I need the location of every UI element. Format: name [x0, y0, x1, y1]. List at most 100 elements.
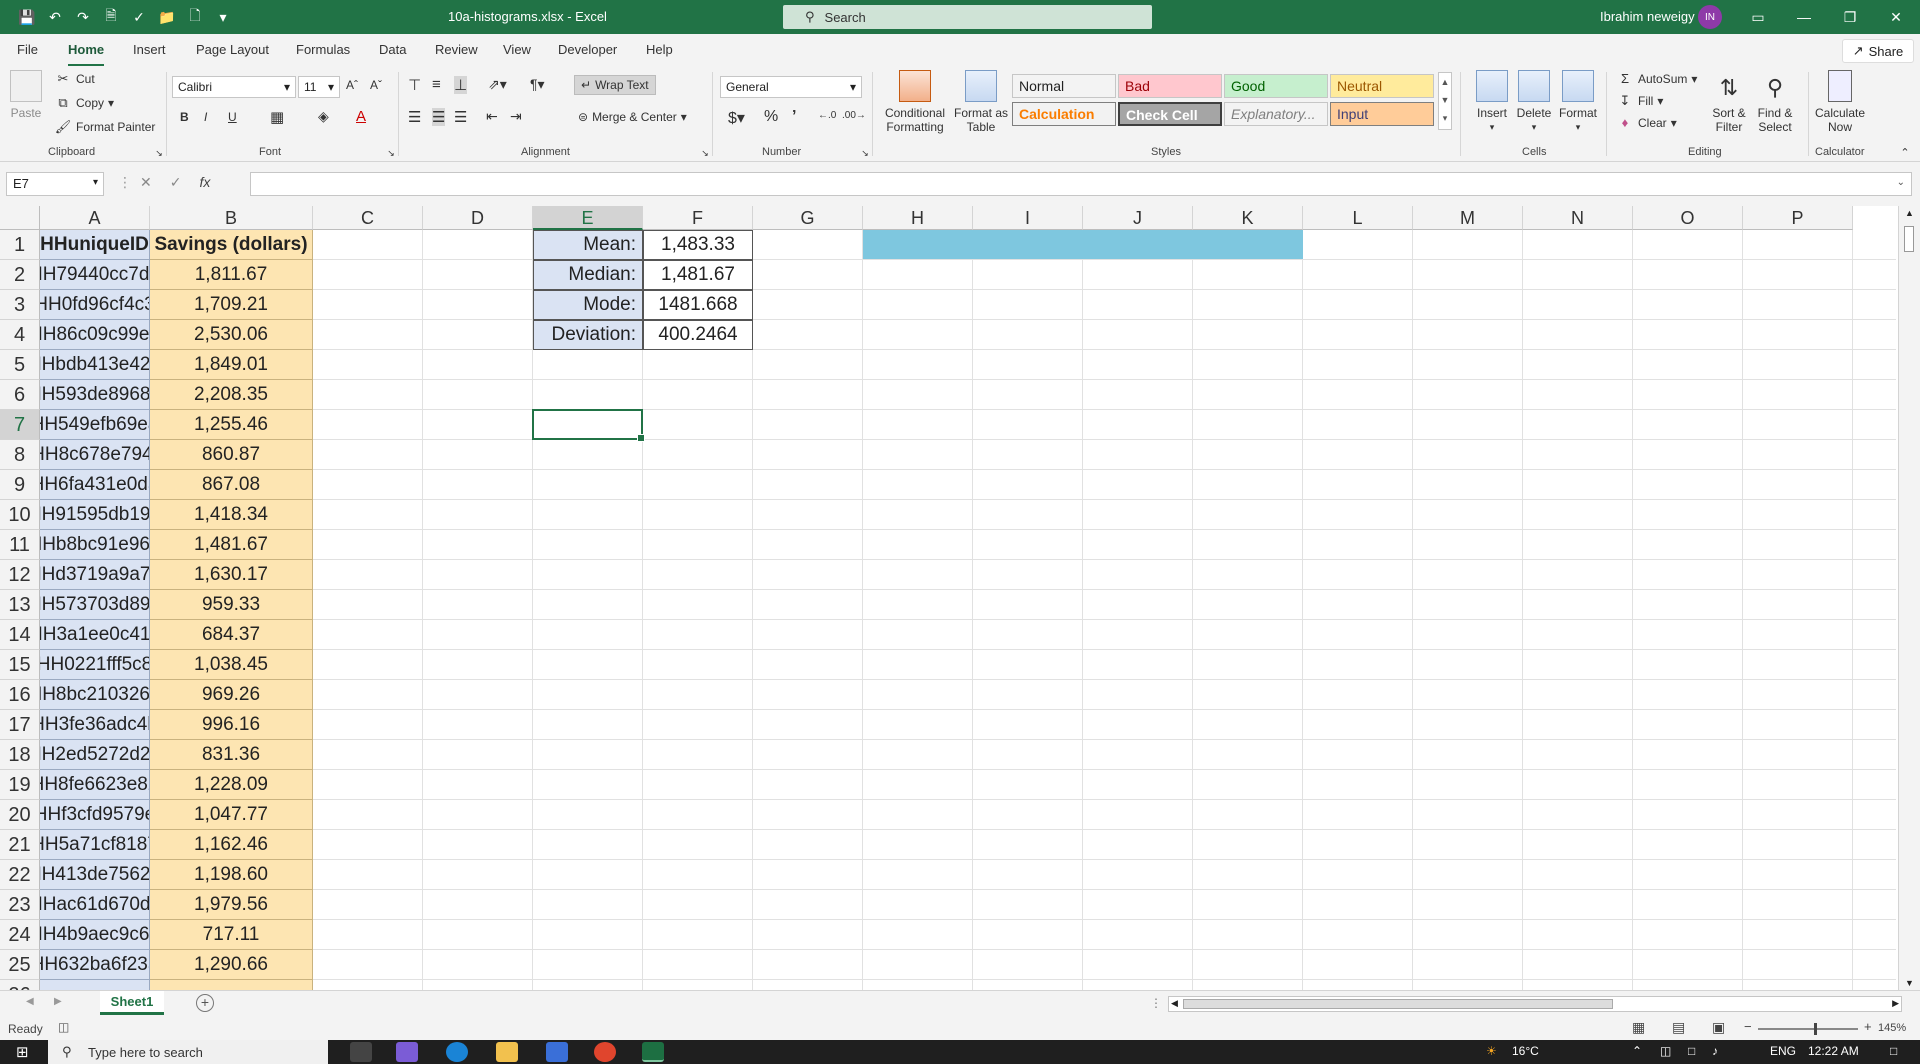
- table-row[interactable]: [40, 980, 150, 990]
- savings-cell[interactable]: 1,228.09: [150, 770, 313, 800]
- row-header[interactable]: 23: [0, 890, 40, 920]
- fill-button[interactable]: ↧ Fill ▾: [1616, 92, 1664, 110]
- save-icon[interactable]: 💾: [16, 7, 38, 27]
- scroll-thumb[interactable]: [1904, 226, 1914, 252]
- savings-cell[interactable]: 717.11: [150, 920, 313, 950]
- currency-icon[interactable]: $▾: [728, 108, 745, 128]
- row-header[interactable]: 12: [0, 560, 40, 590]
- savings-cell[interactable]: 969.26: [150, 680, 313, 710]
- stat-value-cell[interactable]: 1,483.33: [643, 230, 753, 260]
- column-header-k[interactable]: K: [1193, 206, 1303, 230]
- style-input[interactable]: Input: [1330, 102, 1434, 126]
- column-header-l[interactable]: L: [1303, 206, 1413, 230]
- restore-icon[interactable]: ❐: [1834, 5, 1866, 29]
- autosum-button[interactable]: Σ AutoSum ▾: [1616, 70, 1697, 88]
- align-center-icon[interactable]: ☰: [432, 108, 446, 126]
- cut-button[interactable]: ✂ Cut: [54, 70, 95, 88]
- sort-filter-button[interactable]: ⇅ Sort & Filter: [1708, 70, 1750, 134]
- row-header[interactable]: 4: [0, 320, 40, 350]
- savings-cell[interactable]: 996.16: [150, 710, 313, 740]
- clear-button[interactable]: ♦ Clear ▾: [1616, 114, 1677, 132]
- header-cell-a[interactable]: HHuniqueID: [40, 230, 150, 260]
- row-header[interactable]: 21: [0, 830, 40, 860]
- vertical-scrollbar[interactable]: ▲ ▼: [1898, 206, 1920, 990]
- row-header[interactable]: 1: [0, 230, 40, 260]
- household-id-cell[interactable]: HH86c09c99e5: [40, 320, 150, 350]
- scroll-up-icon[interactable]: ▲: [1905, 208, 1914, 218]
- print-preview-icon[interactable]: 🗎: [100, 7, 122, 27]
- font-size-select[interactable]: 11 ▾: [298, 76, 340, 98]
- format-cells-button[interactable]: Format ▾: [1558, 70, 1598, 134]
- household-id-cell[interactable]: HH413de75629: [40, 860, 150, 890]
- savings-cell[interactable]: 1,198.60: [150, 860, 313, 890]
- paragraph-direction-icon[interactable]: ¶▾: [530, 76, 545, 93]
- tab-formulas[interactable]: Formulas: [296, 42, 350, 57]
- delete-cells-button[interactable]: Delete ▾: [1516, 70, 1552, 134]
- worksheet-grid[interactable]: A B C D E F G H I J K L M N O P 1 2 3 4 5 6 7 8 9 10 11 12 13 14 15 16 1…: [0, 206, 1896, 990]
- copy-button[interactable]: ⧉ Copy ▾: [54, 94, 114, 112]
- insert-cells-button[interactable]: Insert ▾: [1474, 70, 1510, 134]
- stat-value-cell[interactable]: 1,481.67: [643, 260, 753, 290]
- scroll-right-icon[interactable]: ▶: [1892, 998, 1899, 1009]
- column-header-f[interactable]: F: [643, 206, 753, 230]
- savings-cell[interactable]: 959.33: [150, 590, 313, 620]
- household-id-cell[interactable]: HH0fd96cf4c3: [40, 290, 150, 320]
- underline-icon[interactable]: U: [228, 110, 237, 124]
- merge-center-button[interactable]: ⊜ Merge & Center ▾: [578, 110, 687, 124]
- row-header[interactable]: 20: [0, 800, 40, 830]
- row-header[interactable]: 9: [0, 470, 40, 500]
- number-format-select[interactable]: General ▾: [720, 76, 862, 98]
- redo-icon[interactable]: ↷: [72, 7, 94, 27]
- household-id-cell[interactable]: HH6fa431e0d5: [40, 470, 150, 500]
- fill-color-icon[interactable]: ◈: [318, 108, 329, 125]
- row-header[interactable]: 6: [0, 380, 40, 410]
- savings-cell[interactable]: 2,530.06: [150, 320, 313, 350]
- macro-record-icon[interactable]: ◫: [58, 1020, 69, 1034]
- network-icon[interactable]: ◫: [1660, 1044, 1671, 1058]
- tab-home[interactable]: Home: [68, 42, 105, 67]
- orientation-icon[interactable]: ⇗▾: [488, 76, 507, 93]
- increase-indent-icon[interactable]: ⇥: [510, 108, 522, 125]
- savings-cell[interactable]: 867.08: [150, 470, 313, 500]
- font-color-icon[interactable]: A: [356, 108, 366, 125]
- column-header-d[interactable]: D: [423, 206, 533, 230]
- household-id-cell[interactable]: HH8bc2103266: [40, 680, 150, 710]
- battery-icon[interactable]: □: [1688, 1044, 1695, 1058]
- stat-label-cell[interactable]: Deviation:: [533, 320, 643, 350]
- tab-data[interactable]: Data: [379, 42, 406, 57]
- household-id-cell[interactable]: HH2ed5272d25: [40, 740, 150, 770]
- undo-icon[interactable]: ↶: [44, 7, 66, 27]
- tab-file[interactable]: File: [17, 42, 38, 57]
- language[interactable]: ENG: [1770, 1044, 1796, 1058]
- clock[interactable]: 12:22 AM: [1808, 1044, 1859, 1058]
- align-middle-icon[interactable]: ≡: [432, 76, 441, 93]
- decrease-font-icon[interactable]: Aˇ: [370, 78, 382, 92]
- chrome-icon[interactable]: [594, 1042, 616, 1062]
- align-right-icon[interactable]: ☰: [454, 108, 467, 126]
- savings-cell[interactable]: 684.37: [150, 620, 313, 650]
- edge-icon[interactable]: [446, 1042, 468, 1062]
- household-id-cell[interactable]: HH8c678e794f: [40, 440, 150, 470]
- stat-label-cell[interactable]: Median:: [533, 260, 643, 290]
- format-as-table-button[interactable]: Format as Table: [952, 70, 1010, 134]
- weather-icon[interactable]: ☀: [1486, 1044, 1497, 1058]
- highlighted-range[interactable]: [863, 230, 1303, 259]
- stat-label-cell[interactable]: Mode:: [533, 290, 643, 320]
- savings-cell[interactable]: 860.87: [150, 440, 313, 470]
- customize-qat-icon[interactable]: ▾: [212, 7, 234, 27]
- tab-developer[interactable]: Developer: [558, 42, 617, 57]
- row-header[interactable]: 5: [0, 350, 40, 380]
- share-button[interactable]: ↗ Share: [1842, 39, 1914, 63]
- household-id-cell[interactable]: HH79440cc7d0: [40, 260, 150, 290]
- notifications-icon[interactable]: □: [1890, 1044, 1897, 1058]
- household-id-cell[interactable]: HH549efb69ea: [40, 410, 150, 440]
- temperature[interactable]: 16°C: [1512, 1044, 1539, 1058]
- savings-cell[interactable]: 1,418.34: [150, 500, 313, 530]
- align-top-icon[interactable]: ⊤: [408, 76, 421, 94]
- tab-view[interactable]: View: [503, 42, 531, 57]
- savings-cell[interactable]: 1,047.77: [150, 800, 313, 830]
- stat-value-cell[interactable]: 1481.668: [643, 290, 753, 320]
- add-sheet-icon[interactable]: +: [196, 994, 214, 1012]
- column-header-h[interactable]: H: [863, 206, 973, 230]
- style-normal[interactable]: Normal: [1012, 74, 1116, 98]
